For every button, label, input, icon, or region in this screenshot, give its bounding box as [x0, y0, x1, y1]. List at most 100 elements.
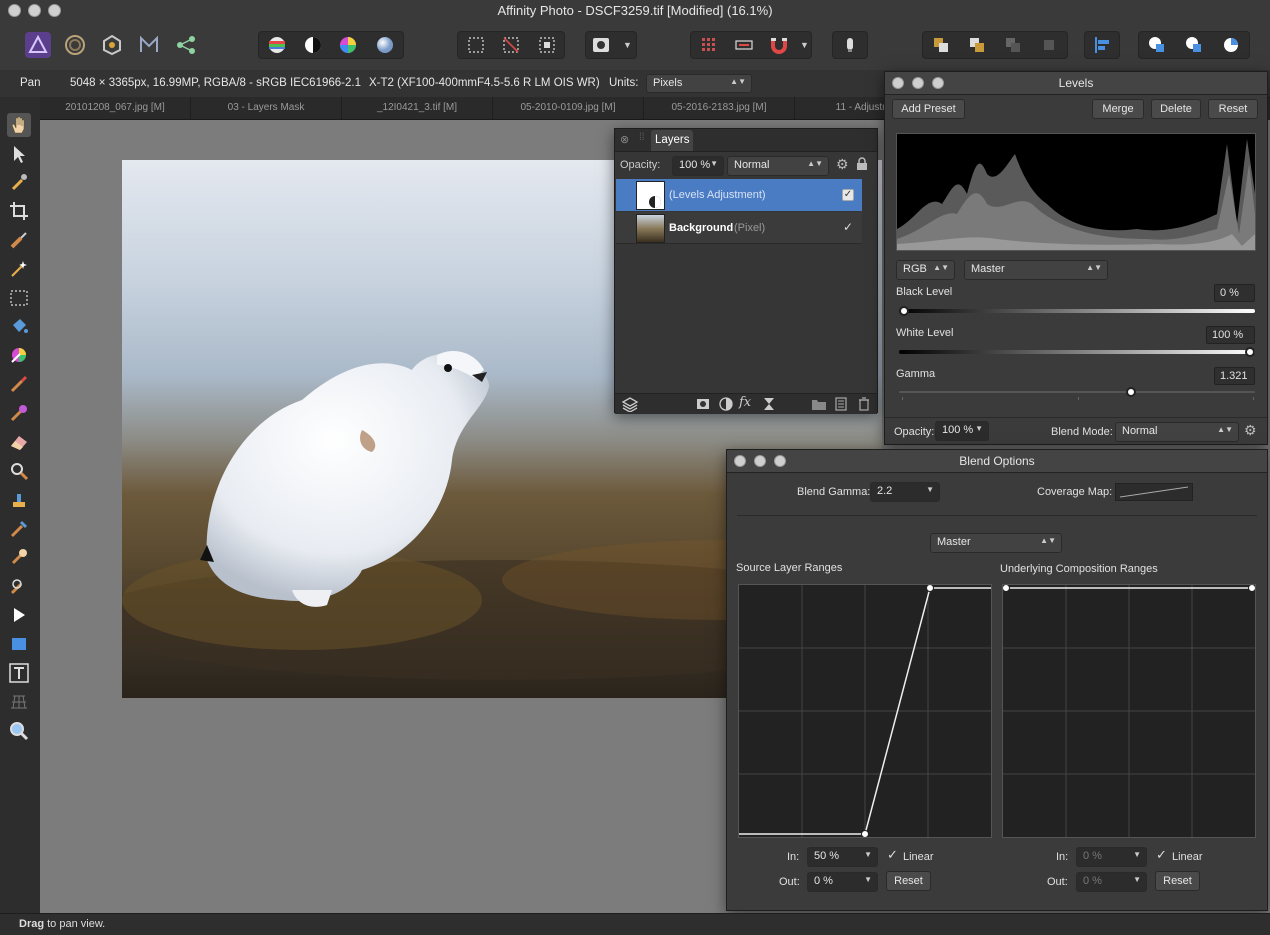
deselect-icon[interactable] — [498, 32, 524, 58]
color-picker-tool-icon[interactable] — [7, 170, 31, 194]
layer-row-levels[interactable]: (Levels Adjustment) ✓ — [616, 179, 862, 211]
add-geometry-icon[interactable] — [1144, 32, 1170, 58]
rectangle-tool-icon[interactable] — [7, 632, 31, 656]
levels-channel-dropdown[interactable]: RGB ▲▼ — [896, 260, 955, 280]
quick-mask-icon[interactable] — [588, 32, 614, 58]
new-layer-icon[interactable] — [834, 396, 848, 415]
levels-blend-mode-dropdown[interactable]: Normal ▲▼ — [1115, 422, 1239, 442]
group-folder-icon[interactable] — [811, 397, 827, 414]
grid-icon[interactable] — [696, 32, 722, 58]
lock-icon[interactable] — [856, 157, 868, 174]
move-forward-one-icon[interactable] — [1000, 32, 1026, 58]
underlying-in-field[interactable]: 0 % ▼ — [1076, 847, 1147, 867]
source-ranges-graph[interactable] — [738, 584, 992, 838]
underlying-linear-checkbox[interactable]: ✓ — [1156, 847, 1167, 863]
mask-layer-icon[interactable] — [696, 397, 710, 414]
develop-persona-icon[interactable] — [99, 32, 125, 58]
zoom-tool-icon[interactable] — [7, 719, 31, 743]
paint-brush-tool-icon[interactable] — [7, 372, 31, 396]
trash-icon[interactable] — [857, 396, 871, 415]
document-tab[interactable]: 05-2016-2183.jpg [M] — [644, 97, 795, 119]
align-left-icon[interactable] — [1089, 32, 1115, 58]
document-tab[interactable]: _12I0421_3.tif [M] — [342, 97, 493, 119]
gamma-slider[interactable] — [899, 391, 1255, 393]
selection-brush-tool-icon[interactable] — [7, 228, 31, 252]
white-level-slider[interactable] — [899, 350, 1255, 354]
invert-selection-icon[interactable] — [534, 32, 560, 58]
flood-fill-tool-icon[interactable] — [7, 315, 31, 339]
live-filter-icon[interactable] — [762, 397, 776, 414]
underlying-reset-button[interactable]: Reset — [1155, 871, 1200, 891]
delete-button[interactable]: Delete — [1151, 99, 1201, 119]
tone-mapping-persona-icon[interactable] — [136, 32, 162, 58]
auto-levels-icon[interactable] — [264, 32, 290, 58]
layer-row-background[interactable]: Background (Pixel) ✓ — [616, 212, 862, 244]
units-dropdown[interactable]: Pixels ▲▼ — [646, 74, 752, 93]
layers-stack-icon[interactable] — [621, 396, 639, 415]
move-to-back-icon[interactable] — [928, 32, 954, 58]
document-tab[interactable]: 20101208_067.jpg [M] — [40, 97, 191, 119]
source-in-field[interactable]: 50 % ▼ — [807, 847, 878, 867]
crop-tool-icon[interactable] — [7, 199, 31, 223]
layer-visibility-checkbox-background[interactable]: ✓ — [842, 221, 854, 234]
white-level-field[interactable]: 100 % — [1206, 326, 1255, 344]
source-reset-button[interactable]: Reset — [886, 871, 931, 891]
snapping-magnet-icon[interactable] — [766, 32, 792, 58]
black-level-slider-knob[interactable] — [899, 306, 909, 316]
source-linear-checkbox[interactable]: ✓ — [887, 847, 898, 863]
flood-select-tool-icon[interactable] — [7, 257, 31, 281]
subtract-geometry-icon[interactable] — [1181, 32, 1207, 58]
move-tool-icon[interactable] — [7, 142, 31, 166]
mesh-warp-tool-icon[interactable] — [7, 690, 31, 714]
gamma-field[interactable]: 1.321 — [1214, 367, 1255, 385]
underlying-out-field[interactable]: 0 % ▼ — [1076, 872, 1147, 892]
close-panel-icon[interactable]: ⊗ — [620, 133, 629, 146]
pan-tool-icon[interactable] — [7, 113, 31, 137]
assistant-manager-icon[interactable] — [837, 32, 863, 58]
document-tab[interactable]: 11 - Adjustment — [795, 97, 885, 119]
move-back-one-icon[interactable] — [964, 32, 990, 58]
export-persona-icon[interactable] — [173, 32, 199, 58]
force-pixel-alignment-icon[interactable] — [731, 32, 757, 58]
auto-white-balance-icon[interactable] — [372, 32, 398, 58]
document-tab[interactable]: 05-2010-0109.jpg [M] — [493, 97, 644, 119]
red-eye-tool-icon[interactable] — [7, 574, 31, 598]
auto-contrast-icon[interactable] — [300, 32, 326, 58]
merge-button[interactable]: Merge — [1092, 99, 1144, 119]
eraser-tool-icon[interactable] — [7, 430, 31, 454]
document-tab[interactable]: 03 - Layers Mask — [191, 97, 342, 119]
intersect-geometry-icon[interactable] — [1218, 32, 1244, 58]
add-preset-button[interactable]: Add Preset — [892, 99, 965, 119]
drag-handle-icon[interactable]: ⁞⁞ — [639, 132, 645, 143]
dodge-tool-icon[interactable] — [7, 459, 31, 483]
clone-tool-icon[interactable] — [7, 488, 31, 512]
layers-blend-dropdown[interactable]: Normal ▲▼ — [727, 156, 829, 176]
gamma-slider-knob[interactable] — [1126, 387, 1136, 397]
liquify-persona-icon[interactable] — [62, 32, 88, 58]
move-to-front-icon[interactable] — [1036, 32, 1062, 58]
color-replacement-tool-icon[interactable] — [7, 401, 31, 425]
source-out-field[interactable]: 0 % ▼ — [807, 872, 878, 892]
quick-mask-dropdown-icon[interactable]: ▼ — [623, 40, 632, 50]
levels-opacity-field[interactable]: 100 % ▼ — [935, 421, 989, 441]
node-tool-icon[interactable] — [7, 603, 31, 627]
healing-brush-tool-icon[interactable] — [7, 517, 31, 541]
blend-channel-dropdown[interactable]: Master ▲▼ — [930, 533, 1062, 553]
smudge-tool-icon[interactable] — [7, 545, 31, 569]
fx-icon[interactable]: fx — [739, 395, 751, 410]
adjustment-layer-icon[interactable] — [719, 397, 733, 414]
photo-persona-icon[interactable] — [25, 32, 51, 58]
levels-mode-dropdown[interactable]: Master ▲▼ — [964, 260, 1108, 280]
select-all-icon[interactable] — [463, 32, 489, 58]
layer-settings-gear-icon[interactable]: ⚙ — [836, 156, 849, 173]
blend-gamma-field[interactable]: 2.2 ▼ — [870, 482, 940, 502]
layer-visibility-checkbox-levels[interactable]: ✓ — [842, 189, 854, 201]
coverage-map-button[interactable] — [1115, 483, 1193, 501]
marquee-tool-icon[interactable] — [7, 286, 31, 310]
snapping-dropdown-icon[interactable]: ▼ — [800, 40, 809, 50]
text-tool-icon[interactable] — [7, 661, 31, 685]
auto-colors-icon[interactable] — [335, 32, 361, 58]
gradient-tool-icon[interactable] — [7, 343, 31, 367]
black-level-field[interactable]: 0 % — [1214, 284, 1255, 302]
underlying-ranges-graph[interactable] — [1002, 584, 1256, 838]
